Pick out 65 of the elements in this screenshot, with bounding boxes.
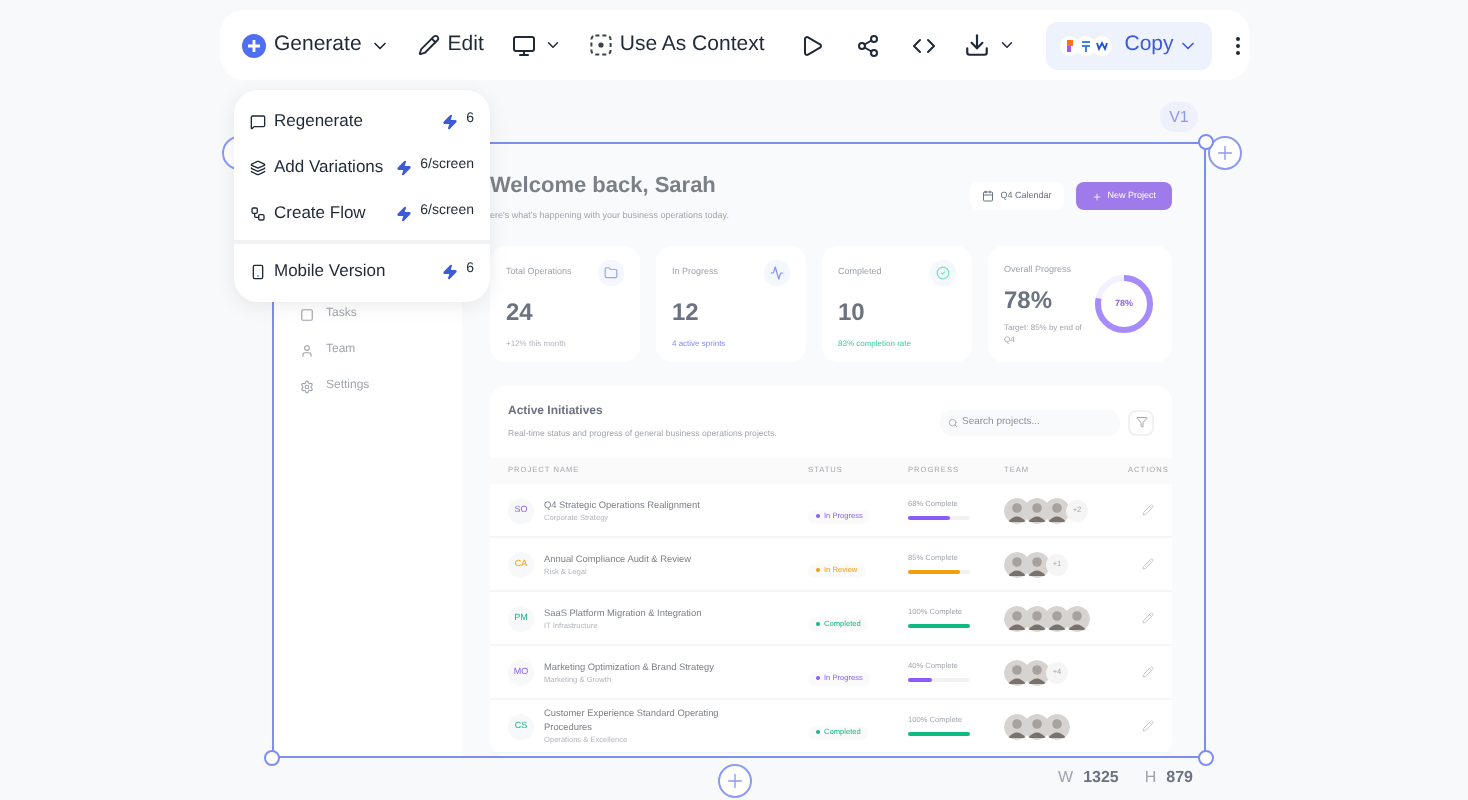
add-button[interactable] bbox=[718, 764, 752, 798]
stat-value: 10 bbox=[838, 296, 867, 331]
filter-icon bbox=[1135, 416, 1147, 429]
download-icon bbox=[964, 32, 991, 58]
add-button[interactable] bbox=[1208, 136, 1242, 170]
edit-row-button[interactable] bbox=[1142, 720, 1154, 733]
avatar bbox=[1064, 605, 1090, 632]
copy-button[interactable]: Copy bbox=[1046, 21, 1212, 69]
play-icon bbox=[800, 33, 825, 57]
width-value: 1325 bbox=[1083, 766, 1119, 790]
resize-handle[interactable] bbox=[264, 750, 280, 766]
edit-button[interactable]: Edit bbox=[407, 19, 494, 71]
plus-icon bbox=[1214, 142, 1236, 164]
layers-icon bbox=[250, 159, 266, 175]
avatar bbox=[1024, 659, 1050, 686]
edit-row-button[interactable] bbox=[1142, 666, 1154, 679]
pencil-icon bbox=[1142, 612, 1154, 625]
pencil-icon bbox=[1142, 720, 1154, 733]
avatar bbox=[1044, 713, 1070, 740]
pencil-icon bbox=[1142, 504, 1154, 517]
version-badge: V1 bbox=[1160, 102, 1198, 132]
resize-handle[interactable] bbox=[1198, 134, 1214, 150]
height-label: H bbox=[1144, 766, 1157, 790]
caret-icon bbox=[998, 36, 1017, 54]
user-icon bbox=[300, 344, 314, 358]
activity-icon bbox=[764, 260, 790, 287]
monitor-icon bbox=[511, 33, 536, 57]
app-logos-icon bbox=[1060, 35, 1113, 55]
settings-icon bbox=[300, 380, 314, 394]
width-label: W bbox=[1058, 766, 1074, 790]
resize-handle[interactable] bbox=[1198, 750, 1214, 766]
stat-value: 78% bbox=[1004, 283, 1055, 318]
flow-icon bbox=[250, 205, 266, 221]
generate-icon bbox=[242, 33, 266, 57]
stat-value: 12 bbox=[672, 296, 701, 331]
phone-icon bbox=[250, 263, 266, 279]
height-value: 879 bbox=[1166, 766, 1193, 790]
caret-icon bbox=[543, 36, 562, 54]
avatar bbox=[1024, 551, 1050, 578]
lightning-icon bbox=[442, 113, 459, 129]
plus-icon bbox=[1091, 191, 1102, 201]
search-icon bbox=[948, 417, 958, 428]
square-icon bbox=[300, 308, 314, 322]
pencil-icon bbox=[1142, 666, 1154, 679]
calendar-icon bbox=[982, 190, 995, 202]
filter-button[interactable] bbox=[1128, 409, 1154, 436]
edit-row-button[interactable] bbox=[1142, 558, 1154, 571]
avatar bbox=[1044, 497, 1070, 524]
edit-row-button[interactable] bbox=[1142, 504, 1154, 517]
use-as-context-button[interactable]: Use As Context bbox=[579, 19, 775, 71]
lightning-icon bbox=[396, 205, 413, 221]
dashed-square-icon bbox=[589, 34, 612, 56]
code-icon bbox=[912, 33, 937, 57]
edit-row-button[interactable] bbox=[1142, 612, 1154, 625]
lightning-icon bbox=[442, 263, 459, 279]
pencil-icon bbox=[417, 34, 440, 56]
pencil-icon bbox=[1142, 558, 1154, 571]
chat-bubble-icon bbox=[250, 113, 266, 129]
plus-icon bbox=[724, 770, 746, 792]
lightning-icon bbox=[396, 159, 413, 175]
share-icon bbox=[856, 33, 881, 57]
stat-value: 24 bbox=[506, 296, 535, 331]
generate-button[interactable]: Generate bbox=[232, 19, 400, 71]
folder-icon bbox=[598, 260, 624, 287]
page-title: Welcome back, Sarah bbox=[490, 172, 718, 202]
